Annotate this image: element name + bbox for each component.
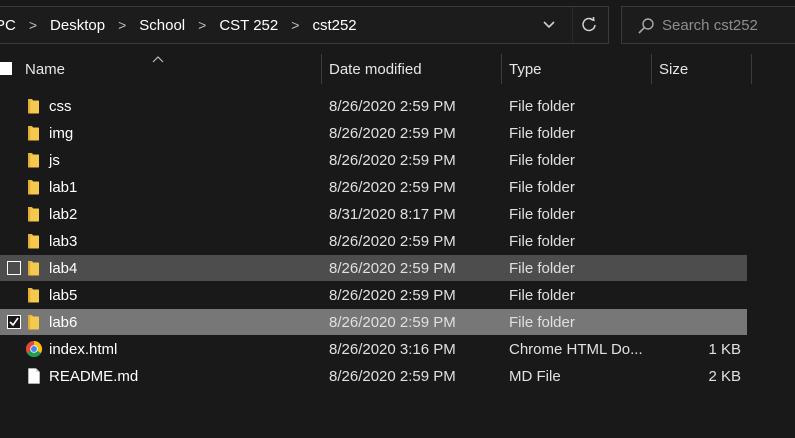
- chevron-right-icon: >: [291, 17, 300, 33]
- chrome-icon: [25, 340, 43, 358]
- list-item[interactable]: img 8/26/2020 2:59 PM File folder: [0, 120, 747, 146]
- row-checkbox-checked[interactable]: [7, 315, 21, 329]
- list-item[interactable]: lab6 8/26/2020 2:59 PM File folder: [0, 309, 747, 335]
- file-date: 8/26/2020 3:16 PM: [329, 340, 456, 358]
- column-date-label: Date modified: [329, 60, 422, 78]
- list-item[interactable]: lab2 8/31/2020 8:17 PM File folder: [0, 201, 747, 227]
- list-item[interactable]: lab3 8/26/2020 2:59 PM File folder: [0, 228, 747, 254]
- toolbar: PC > Desktop > School > CST 252 > cst252: [0, 0, 795, 50]
- folder-icon: [25, 151, 43, 169]
- file-name: lab1: [49, 178, 78, 196]
- column-type[interactable]: Type: [509, 50, 649, 88]
- list-item[interactable]: js 8/26/2020 2:59 PM File folder: [0, 147, 747, 173]
- chevron-right-icon: >: [118, 17, 127, 33]
- breadcrumb-cst252[interactable]: cst252: [312, 17, 356, 34]
- search-icon: [636, 16, 656, 36]
- refresh-button[interactable]: [572, 7, 605, 43]
- file-type: File folder: [509, 286, 575, 304]
- row-checkbox[interactable]: [7, 261, 21, 275]
- file-type: File folder: [509, 232, 575, 250]
- file-date: 8/26/2020 2:59 PM: [329, 124, 456, 142]
- breadcrumb-school[interactable]: School: [139, 17, 185, 34]
- folder-icon: [25, 178, 43, 196]
- file-type: File folder: [509, 151, 575, 169]
- select-all-checkbox[interactable]: [0, 62, 12, 75]
- file-name: lab5: [49, 286, 78, 304]
- chevron-down-icon: [543, 21, 555, 29]
- column-size-label: Size: [659, 60, 689, 78]
- file-size: 1 KB: [708, 340, 741, 358]
- breadcrumb: PC > Desktop > School > CST 252 > cst252: [0, 7, 357, 43]
- checkmark-icon: [9, 317, 19, 327]
- file-name: js: [49, 151, 60, 169]
- file-icon: [25, 367, 43, 385]
- list-item[interactable]: index.html 8/26/2020 3:16 PM Chrome HTML…: [0, 336, 747, 362]
- folder-icon: [25, 259, 43, 277]
- file-date: 8/31/2020 8:17 PM: [329, 205, 456, 223]
- column-header: Name Date modified Type Size: [0, 50, 795, 88]
- column-divider[interactable]: [321, 54, 322, 84]
- address-history-button[interactable]: [534, 7, 564, 43]
- list-item[interactable]: lab1 8/26/2020 2:59 PM File folder: [0, 174, 747, 200]
- file-name: README.md: [49, 367, 139, 385]
- column-divider[interactable]: [651, 54, 652, 84]
- file-date: 8/26/2020 2:59 PM: [329, 97, 456, 115]
- list-item[interactable]: lab5 8/26/2020 2:59 PM File folder: [0, 282, 747, 308]
- file-date: 8/26/2020 2:59 PM: [329, 178, 456, 196]
- file-type: File folder: [509, 97, 575, 115]
- folder-icon: [25, 205, 43, 223]
- refresh-icon: [582, 16, 596, 32]
- folder-icon: [25, 286, 43, 304]
- breadcrumb-cst-252[interactable]: CST 252: [219, 17, 278, 34]
- folder-icon: [25, 313, 43, 331]
- file-type: File folder: [509, 178, 575, 196]
- file-date: 8/26/2020 2:59 PM: [329, 367, 456, 385]
- chevron-right-icon: >: [28, 17, 38, 33]
- file-size: 2 KB: [708, 367, 741, 385]
- column-name[interactable]: Name: [25, 50, 319, 88]
- file-date: 8/26/2020 2:59 PM: [329, 259, 456, 277]
- search-box[interactable]: [621, 6, 795, 44]
- column-name-label: Name: [25, 60, 66, 78]
- breadcrumb-desktop[interactable]: Desktop: [50, 17, 105, 34]
- list-item[interactable]: lab4 8/26/2020 2:59 PM File folder: [0, 255, 747, 281]
- folder-icon: [25, 232, 43, 250]
- file-name: lab2: [49, 205, 78, 223]
- address-bar[interactable]: PC > Desktop > School > CST 252 > cst252: [0, 6, 609, 44]
- file-type: File folder: [509, 124, 575, 142]
- file-date: 8/26/2020 2:59 PM: [329, 313, 456, 331]
- file-type: File folder: [509, 205, 575, 223]
- search-input[interactable]: [662, 7, 792, 43]
- breadcrumb-pc[interactable]: PC: [0, 17, 16, 34]
- file-name: lab4: [49, 259, 78, 277]
- file-type: Chrome HTML Do...: [509, 340, 643, 358]
- file-type: File folder: [509, 259, 575, 277]
- file-name: lab3: [49, 232, 78, 250]
- file-date: 8/26/2020 2:59 PM: [329, 151, 456, 169]
- folder-icon: [25, 124, 43, 142]
- file-date: 8/26/2020 2:59 PM: [329, 232, 456, 250]
- file-type: File folder: [509, 313, 575, 331]
- chevron-right-icon: >: [198, 17, 207, 33]
- folder-icon: [25, 97, 43, 115]
- file-name: img: [49, 124, 74, 142]
- column-type-label: Type: [509, 60, 542, 78]
- file-name: css: [49, 97, 72, 115]
- file-type: MD File: [509, 367, 561, 385]
- file-name: lab6: [49, 313, 78, 331]
- column-date-modified[interactable]: Date modified: [329, 50, 499, 88]
- file-name: index.html: [49, 340, 118, 358]
- column-divider[interactable]: [501, 54, 502, 84]
- column-size[interactable]: Size: [659, 50, 749, 88]
- list-item[interactable]: css 8/26/2020 2:59 PM File folder: [0, 93, 747, 119]
- list-item[interactable]: README.md 8/26/2020 2:59 PM MD File 2 KB: [0, 363, 747, 389]
- file-date: 8/26/2020 2:59 PM: [329, 286, 456, 304]
- column-divider[interactable]: [751, 54, 752, 84]
